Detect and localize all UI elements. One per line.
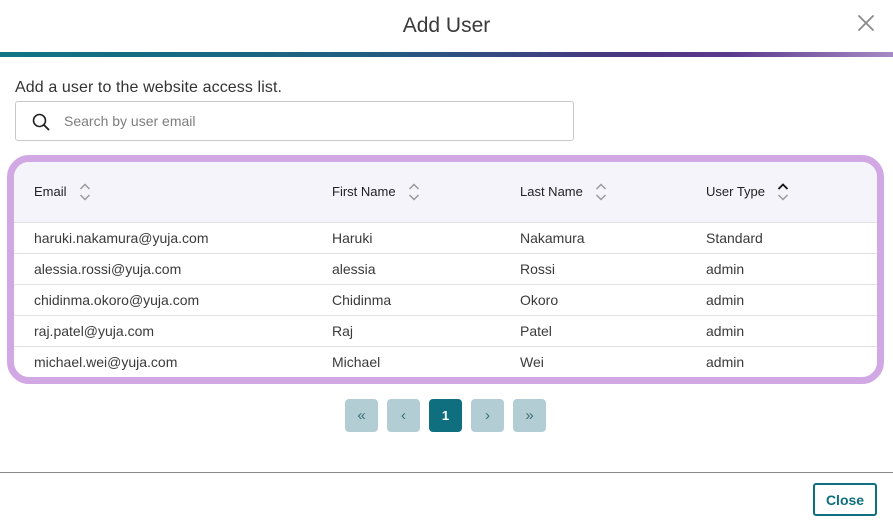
cell-user-type: admin — [706, 284, 877, 316]
cell-email: raj.patel@yuja.com — [14, 315, 332, 347]
column-header-label: First Name — [332, 184, 396, 200]
column-header-user-type[interactable]: User Type — [706, 162, 877, 223]
cell-email: chidinma.okoro@yuja.com — [14, 284, 332, 316]
column-header-label: Email — [34, 184, 67, 200]
cell-first-name: Michael — [332, 353, 381, 370]
column-header-label: User Type — [706, 184, 766, 200]
cell-last-name: Wei — [520, 353, 544, 370]
cell-last-name: Okoro — [520, 284, 706, 316]
search-icon — [32, 113, 50, 136]
table-row[interactable]: raj.patel@yuja.com Raj Patel admin — [14, 315, 877, 347]
table-row[interactable]: chidinma.okoro@yuja.com Chidinma Okoro a… — [14, 284, 877, 316]
sort-icon[interactable] — [79, 182, 91, 202]
first-page-button[interactable]: « — [345, 399, 378, 432]
next-page-button[interactable]: › — [471, 399, 504, 432]
sort-icon[interactable] — [408, 182, 420, 202]
header-accent-bar — [0, 52, 893, 57]
cell-user-type: admin — [706, 353, 745, 370]
cell-email: haruki.nakamura@yuja.com — [14, 222, 332, 254]
cell-user-type: admin — [706, 315, 877, 347]
cell-last-name: Nakamura — [520, 222, 706, 254]
cell-first-name: Raj — [332, 315, 520, 347]
sort-icon[interactable] — [595, 182, 607, 202]
sort-ascending-icon[interactable] — [777, 182, 789, 202]
prev-page-button[interactable]: ‹ — [387, 399, 420, 432]
close-button[interactable]: Close — [813, 483, 877, 516]
search-box[interactable] — [15, 101, 574, 141]
table-row[interactable]: alessia.rossi@yuja.com alessia Rossi adm… — [14, 253, 877, 285]
dialog-title: Add User — [402, 14, 491, 37]
cell-user-type: admin — [706, 253, 877, 285]
dialog-header: Add User — [0, 0, 893, 52]
cell-first-name: alessia — [332, 253, 520, 285]
table-header-row: Email First Name Last Name User Type — [14, 162, 877, 223]
users-table: Email First Name Last Name User Type har… — [14, 162, 877, 377]
cell-first-name: Haruki — [332, 222, 520, 254]
column-header-email[interactable]: Email — [14, 162, 332, 223]
cell-first-name: Chidinma — [332, 284, 520, 316]
users-table-container: Email First Name Last Name User Type har… — [7, 155, 884, 384]
dialog-subtitle: Add a user to the website access list. — [15, 79, 283, 96]
close-icon[interactable] — [855, 12, 877, 34]
cell-last-name: Patel — [520, 315, 706, 347]
cell-email: alessia.rossi@yuja.com — [14, 253, 332, 285]
page-1-button[interactable]: 1 — [429, 399, 462, 432]
column-header-label: Last Name — [520, 184, 583, 200]
cell-user-type: Standard — [706, 222, 877, 254]
column-header-last-name[interactable]: Last Name — [520, 162, 706, 223]
table-row[interactable]: haruki.nakamura@yuja.com Haruki Nakamura… — [14, 222, 877, 254]
last-page-button[interactable]: » — [513, 399, 546, 432]
cell-last-name: Rossi — [520, 253, 706, 285]
column-header-first-name[interactable]: First Name — [332, 162, 520, 223]
cell-email: michael.wei@yuja.com — [34, 353, 178, 370]
footer-divider — [0, 472, 893, 473]
search-input[interactable] — [64, 102, 564, 140]
table-row[interactable]: michael.wei@yuja.com Michael Wei admin — [14, 346, 877, 377]
